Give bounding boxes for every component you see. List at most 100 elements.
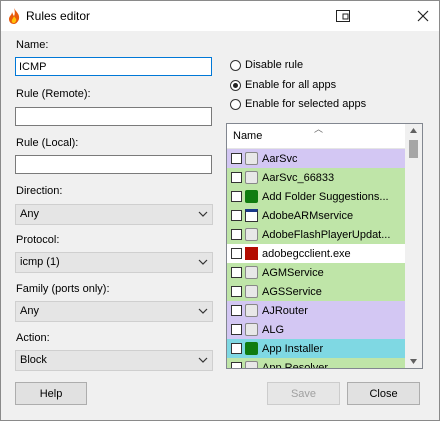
column-header-label: Name: [233, 130, 263, 142]
list-item[interactable]: AGMService: [227, 263, 406, 282]
list-item[interactable]: ALG: [227, 320, 406, 339]
remote-rule-field[interactable]: [15, 107, 212, 126]
scroll-down-icon[interactable]: [410, 359, 417, 364]
flame-icon: [9, 8, 20, 24]
restore-button[interactable]: [332, 5, 354, 27]
list-item[interactable]: AdobeARMservice: [227, 206, 406, 225]
direction-select[interactable]: Any: [15, 204, 213, 225]
item-checkbox[interactable]: [231, 229, 242, 240]
chevron-down-icon: [198, 259, 208, 265]
list-item[interactable]: AdobeFlashPlayerUpdat...: [227, 225, 406, 244]
direction-value: Any: [20, 208, 39, 220]
item-label: App Resolver: [262, 361, 329, 369]
name-label: Name:: [16, 39, 49, 51]
family-value: Any: [20, 305, 39, 317]
local-rule-field[interactable]: [15, 155, 212, 174]
item-checkbox[interactable]: [231, 343, 242, 354]
radio-circle: [230, 59, 241, 71]
chevron-down-icon: [198, 211, 208, 217]
radio-enable-selected-apps[interactable]: Enable for selected apps: [230, 96, 366, 112]
item-checkbox[interactable]: [231, 324, 242, 335]
list-item[interactable]: App Resolver: [227, 358, 406, 369]
title-bar[interactable]: Rules editor: [1, 1, 439, 31]
radio-disable-rule[interactable]: Disable rule: [230, 57, 303, 73]
item-checkbox[interactable]: [231, 172, 242, 183]
list-item[interactable]: Add Folder Suggestions...: [227, 187, 406, 206]
family-select[interactable]: Any: [15, 301, 213, 322]
item-checkbox[interactable]: [231, 305, 242, 316]
item-checkbox[interactable]: [231, 153, 242, 164]
save-button[interactable]: Save: [267, 382, 340, 405]
item-checkbox[interactable]: [231, 362, 242, 368]
column-header-name[interactable]: ︿ Name: [227, 124, 406, 149]
service-icon: [245, 285, 258, 298]
family-label: Family (ports only):: [16, 283, 110, 295]
protocol-select[interactable]: icmp (1): [15, 252, 213, 273]
list-item[interactable]: App Installer: [227, 339, 406, 358]
item-label: AarSvc: [262, 152, 298, 165]
chevron-down-icon: [198, 357, 208, 363]
radio-enable-all-apps[interactable]: Enable for all apps: [230, 77, 336, 93]
chevron-down-icon: [198, 308, 208, 314]
item-checkbox[interactable]: [231, 248, 242, 259]
list-item[interactable]: AarSvc_66833: [227, 168, 406, 187]
service-icon: [245, 361, 258, 368]
radio-circle: [230, 98, 241, 110]
item-label: App Installer: [262, 342, 324, 355]
store-bag-icon: [245, 342, 258, 355]
help-button[interactable]: Help: [15, 382, 87, 405]
item-label: AdobeFlashPlayerUpdat...: [262, 228, 391, 241]
radio-label: Disable rule: [245, 59, 304, 71]
rules-editor-window: Rules editor Name: Rule (Remote): Rule (…: [0, 0, 440, 421]
radio-selected-dot: [233, 82, 238, 88]
item-checkbox[interactable]: [231, 267, 242, 278]
remote-rule-label: Rule (Remote):: [16, 88, 91, 100]
service-icon: [245, 171, 258, 184]
item-label: AGSService: [262, 285, 322, 298]
name-field[interactable]: [15, 57, 212, 76]
item-label: ALG: [262, 323, 285, 336]
scrollbar-thumb[interactable]: [409, 140, 418, 158]
protocol-value: icmp (1): [20, 256, 60, 268]
action-select[interactable]: Block: [15, 350, 213, 371]
sort-ascending-icon: ︿: [314, 124, 324, 134]
vertical-scrollbar[interactable]: [405, 124, 422, 368]
close-window-button[interactable]: [412, 5, 434, 27]
list-item[interactable]: adobegcclient.exe: [227, 244, 406, 263]
protocol-label: Protocol:: [16, 234, 60, 246]
service-icon: [245, 323, 258, 336]
local-rule-label: Rule (Local):: [16, 137, 79, 149]
action-value: Block: [20, 354, 47, 366]
item-label: AGMService: [262, 266, 324, 279]
apps-rows: AarSvc AarSvc_66833 Add Folder Suggestions…: [227, 149, 406, 369]
service-icon: [245, 152, 258, 165]
item-checkbox[interactable]: [231, 286, 242, 297]
service-icon: [245, 266, 258, 279]
apps-list[interactable]: ︿ Name AarSvc AarSvc_66833 Add Folder Sugg…: [226, 123, 423, 369]
item-label: Add Folder Suggestions...: [262, 190, 389, 203]
direction-label: Direction:: [16, 185, 63, 197]
item-checkbox[interactable]: [231, 191, 242, 202]
radio-label: Enable for selected apps: [245, 98, 367, 110]
item-label: adobegcclient.exe: [262, 247, 351, 260]
restore-icon: [336, 10, 350, 22]
scroll-up-icon[interactable]: [410, 128, 417, 133]
item-label: AdobeARMservice: [262, 209, 354, 222]
item-label: AarSvc_66833: [262, 171, 335, 184]
radio-circle: [230, 79, 241, 91]
adobe-icon: [245, 247, 258, 260]
service-icon: [245, 228, 258, 241]
radio-label: Enable for all apps: [245, 79, 337, 91]
window-title: Rules editor: [26, 9, 91, 23]
close-button[interactable]: Close: [347, 382, 420, 405]
close-icon: [417, 10, 429, 22]
list-item[interactable]: AGSService: [227, 282, 406, 301]
service-icon: [245, 304, 258, 317]
list-item[interactable]: AarSvc: [227, 149, 406, 168]
store-bag-icon: [245, 190, 258, 203]
item-checkbox[interactable]: [231, 210, 242, 221]
action-label: Action:: [16, 332, 50, 344]
list-item[interactable]: AJRouter: [227, 301, 406, 320]
item-label: AJRouter: [262, 304, 308, 317]
window-icon: [245, 209, 258, 222]
